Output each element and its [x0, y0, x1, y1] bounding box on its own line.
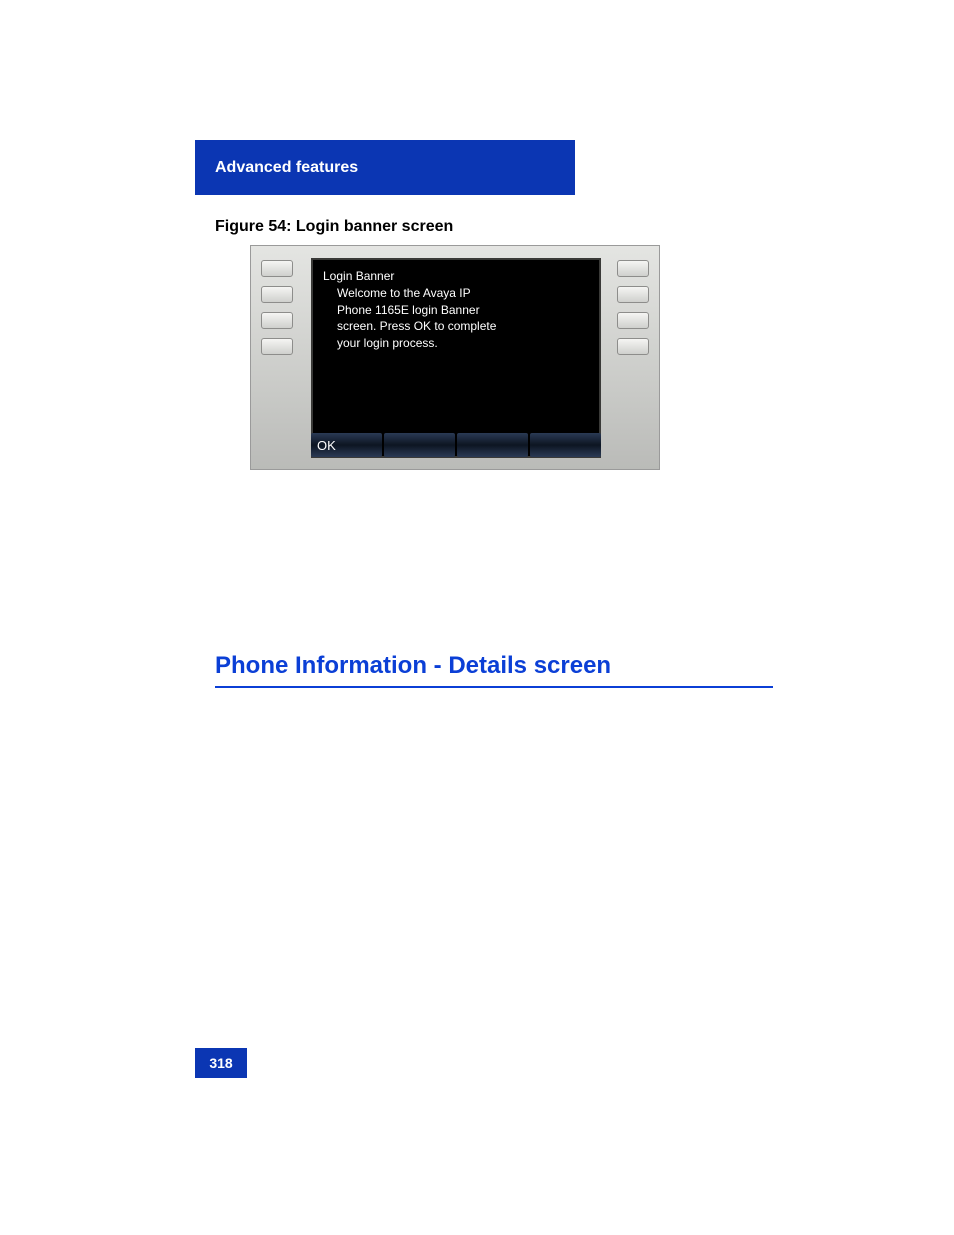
login-banner-line-3: screen. Press OK to complete	[337, 318, 589, 335]
softkey-4[interactable]	[530, 433, 601, 457]
phone-bezel: Login Banner Welcome to the Avaya IP Pho…	[250, 245, 660, 470]
login-banner-title: Login Banner	[323, 268, 589, 285]
softkey-2[interactable]	[384, 433, 455, 457]
phone-hard-button-right-2[interactable]	[617, 286, 649, 303]
phone-screen: Login Banner Welcome to the Avaya IP Pho…	[311, 258, 601, 458]
section-heading: Phone Information - Details screen	[215, 652, 773, 688]
page-number: 318	[195, 1048, 247, 1078]
phone-figure: Login Banner Welcome to the Avaya IP Pho…	[250, 245, 660, 470]
softkey-ok[interactable]: OK	[311, 433, 382, 457]
header-band: Advanced features	[195, 140, 575, 195]
phone-hard-button-right-1[interactable]	[617, 260, 649, 277]
phone-hard-button-left-2[interactable]	[261, 286, 293, 303]
softkey-3[interactable]	[457, 433, 528, 457]
figure-caption: Figure 54: Login banner screen	[215, 218, 453, 236]
phone-hard-button-left-3[interactable]	[261, 312, 293, 329]
phone-hard-button-left-1[interactable]	[261, 260, 293, 277]
phone-hard-button-right-4[interactable]	[617, 338, 649, 355]
phone-hard-button-left-4[interactable]	[261, 338, 293, 355]
phone-hard-button-right-3[interactable]	[617, 312, 649, 329]
header-title: Advanced features	[215, 159, 358, 177]
softkey-row: OK	[311, 433, 601, 457]
login-banner-line-2: Phone 1165E login Banner	[337, 302, 589, 319]
login-banner-line-4: your login process.	[337, 335, 589, 352]
login-banner-line-1: Welcome to the Avaya IP	[337, 285, 589, 302]
